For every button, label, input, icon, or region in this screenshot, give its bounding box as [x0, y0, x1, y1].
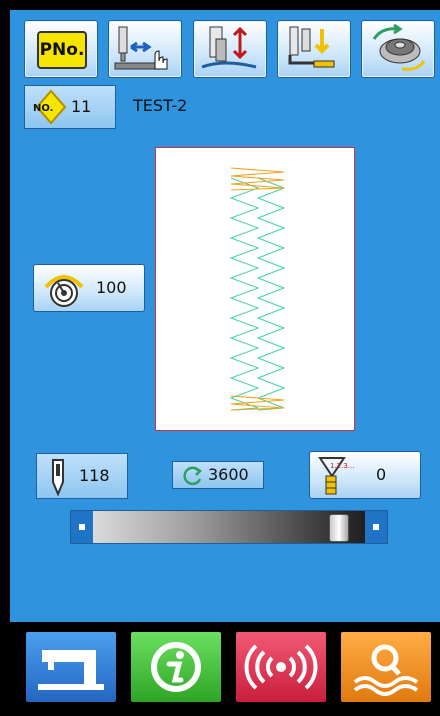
counter-button[interactable]: 1.2.3... 0 [309, 451, 421, 499]
spm-value: 3600 [208, 465, 249, 484]
presser-up-down-icon [201, 26, 257, 69]
pno-badge: PNo. [37, 31, 87, 69]
presser-down-icon [288, 26, 335, 68]
information-icon [151, 642, 201, 692]
zigzag-right [256, 177, 286, 411]
counter-icon: 1.2.3... [318, 457, 355, 495]
pattern-preview [155, 147, 355, 431]
pattern-number-value: 11 [71, 97, 92, 116]
presser-up-down-button[interactable] [193, 20, 267, 78]
stitch-count-display: 118 [36, 453, 128, 499]
speed-dial-icon [44, 275, 84, 307]
information-button[interactable] [131, 632, 221, 702]
counter-value: 0 [376, 465, 387, 484]
counter-badge-text: 1.2.3... [330, 462, 355, 470]
pattern-no-badge-text: NO. [33, 103, 53, 114]
pattern-number-display[interactable]: NO. 11 [24, 85, 116, 129]
communication-icon [244, 644, 318, 690]
slider-thumb[interactable] [329, 514, 350, 542]
search-button[interactable] [341, 632, 431, 702]
pattern-no-diamond-icon: NO. [33, 89, 67, 125]
pattern-number-button[interactable]: PNo. [24, 20, 98, 78]
needle-icon [52, 459, 64, 497]
zigzag-top-bartack [230, 167, 285, 191]
communication-button[interactable] [236, 632, 326, 702]
rotation-icon [183, 466, 203, 486]
slider-left-button[interactable] [71, 511, 93, 543]
bobbin-winding-button[interactable] [361, 20, 435, 78]
main-screen: PNo. NO. 11 TEST-2 100 118 3600 1.2.3...… [10, 10, 440, 622]
position-slider[interactable] [70, 510, 388, 544]
stitch-count-value: 118 [79, 466, 110, 485]
needle-move-icon [114, 26, 168, 70]
pattern-name: TEST-2 [133, 96, 188, 115]
bobbin-winding-icon [372, 23, 426, 71]
needle-move-button[interactable] [108, 20, 182, 78]
zigzag-left [229, 177, 260, 411]
spm-display: 3600 [172, 461, 264, 489]
presser-down-button[interactable] [277, 20, 351, 78]
zigzag-stitch-pattern [229, 167, 286, 411]
search-icon [353, 644, 419, 696]
sewing-mode-button[interactable] [26, 632, 116, 702]
speed-button[interactable]: 100 [33, 264, 145, 312]
sewing-machine-icon [38, 650, 104, 690]
slider-right-button[interactable] [365, 511, 387, 543]
speed-value: 100 [96, 278, 127, 297]
